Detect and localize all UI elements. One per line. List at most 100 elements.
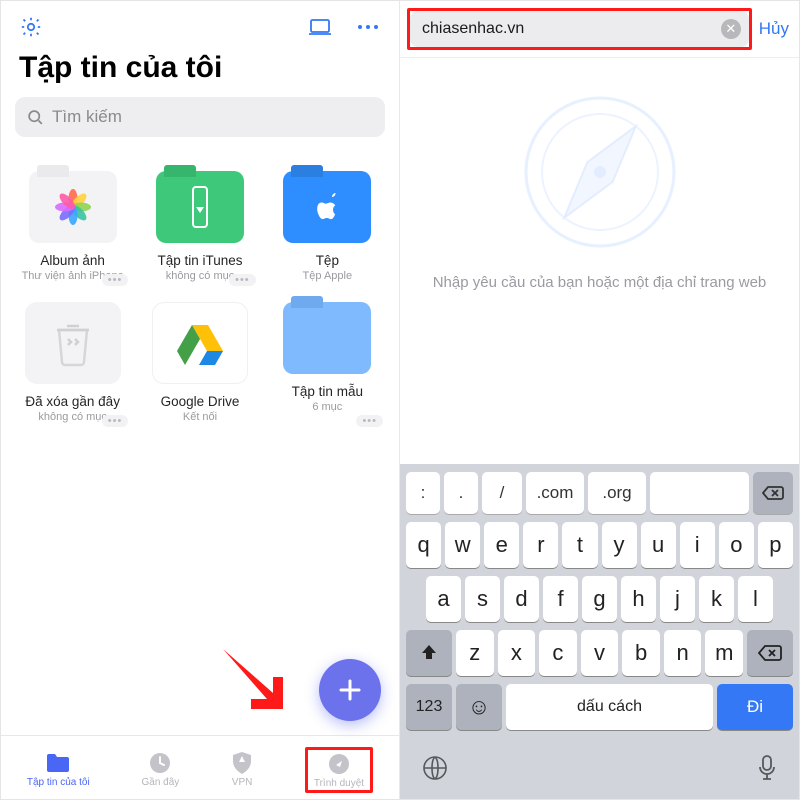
tile-label: Tập tin iTunes [157, 253, 242, 268]
key[interactable]: i [680, 522, 715, 568]
key[interactable]: k [699, 576, 734, 622]
laptop-icon[interactable] [307, 17, 333, 37]
apple-folder-icon [283, 171, 371, 243]
photos-folder-icon [29, 171, 117, 243]
tile-sub: không có mục [166, 270, 234, 284]
space-key[interactable]: dấu cách [506, 684, 713, 730]
browser-empty-state: Nhập yêu cầu của bạn hoặc một địa chỉ tr… [400, 58, 799, 464]
clock-icon [148, 751, 172, 775]
keyboard-row-1: q w e r t y u i o p [404, 522, 795, 568]
itunes-folder-icon [156, 171, 244, 243]
key[interactable]: x [498, 630, 536, 676]
globe-icon[interactable] [422, 755, 448, 786]
sug-key[interactable]: : [406, 472, 440, 514]
tab-recent[interactable]: Gần đây [141, 751, 179, 788]
emoji-key[interactable]: ☺ [456, 684, 502, 730]
tile-more-icon[interactable]: ••• [229, 274, 256, 286]
url-input[interactable] [410, 11, 749, 47]
key[interactable]: n [664, 630, 702, 676]
key[interactable]: e [484, 522, 519, 568]
files-pane: Tập tin của tôi Tìm kiếm Album ảnh Thư v… [1, 1, 400, 799]
left-topbar [1, 1, 399, 43]
tile-label: Tệp [316, 253, 339, 268]
backspace-key[interactable] [747, 630, 793, 676]
gear-icon[interactable] [19, 15, 43, 39]
tile-sub: Tệp Apple [303, 270, 353, 284]
numbers-key[interactable]: 123 [406, 684, 452, 730]
sug-backspace-icon[interactable] [753, 472, 793, 514]
key[interactable]: y [602, 522, 637, 568]
tile-more-icon[interactable]: ••• [356, 415, 383, 427]
tile-album[interactable]: Album ảnh Thư viện ảnh iPhone ••• [11, 167, 134, 288]
key[interactable]: q [406, 522, 441, 568]
cancel-button[interactable]: Hủy [759, 19, 789, 39]
key[interactable]: f [543, 576, 578, 622]
keyboard-row-4: 123 ☺ dấu cách Đi [404, 684, 795, 730]
tab-label: VPN [232, 777, 253, 788]
tile-files[interactable]: Tệp Tệp Apple [266, 167, 389, 288]
key[interactable]: h [621, 576, 656, 622]
key[interactable]: w [445, 522, 480, 568]
keyboard: : . / .com .org q w e r t y u i o p a s … [400, 464, 799, 744]
tile-itunes[interactable]: Tập tin iTunes không có mục ••• [138, 167, 261, 288]
compass-icon [327, 752, 351, 776]
tab-files[interactable]: Tập tin của tôi [27, 751, 90, 788]
keyboard-row-2: a s d f g h j k l [404, 576, 795, 622]
key[interactable]: l [738, 576, 773, 622]
keyboard-bottom-bar [400, 744, 799, 799]
key[interactable]: z [456, 630, 494, 676]
tab-vpn[interactable]: VPN [231, 751, 253, 788]
key[interactable]: p [758, 522, 793, 568]
shield-icon [231, 751, 253, 775]
page-title: Tập tin của tôi [1, 43, 399, 97]
sug-key[interactable]: . [444, 472, 478, 514]
clear-icon[interactable]: ✕ [721, 19, 741, 39]
search-input[interactable]: Tìm kiếm [15, 97, 385, 137]
tile-gdrive[interactable]: Google Drive Kết nối [138, 298, 261, 429]
tile-sample[interactable]: Tập tin mẫu 6 mục ••• [266, 298, 389, 429]
tab-browser[interactable]: Trình duyệt [305, 747, 373, 793]
key[interactable]: s [465, 576, 500, 622]
gdrive-icon [152, 302, 248, 384]
key[interactable]: d [504, 576, 539, 622]
go-key[interactable]: Đi [717, 684, 793, 730]
tile-sub: không có mục [38, 411, 106, 425]
shift-key[interactable] [406, 630, 452, 676]
key[interactable]: u [641, 522, 676, 568]
sug-spacer [650, 472, 749, 514]
sug-key[interactable]: / [482, 472, 522, 514]
key[interactable]: o [719, 522, 754, 568]
key[interactable]: t [562, 522, 597, 568]
tile-label: Đã xóa gần đây [25, 394, 120, 409]
highlight-arrow-icon [217, 643, 289, 715]
tile-sub: Kết nối [183, 411, 217, 425]
tile-label: Google Drive [161, 394, 240, 409]
sug-key[interactable]: .com [526, 472, 584, 514]
sug-key[interactable]: .org [588, 472, 646, 514]
more-icon[interactable] [355, 22, 381, 32]
compass-large-icon [520, 92, 680, 252]
key[interactable]: c [539, 630, 577, 676]
key[interactable]: j [660, 576, 695, 622]
tile-label: Album ảnh [40, 253, 105, 268]
add-button[interactable] [319, 659, 381, 721]
key[interactable]: a [426, 576, 461, 622]
trash-icon [25, 302, 121, 384]
key[interactable]: g [582, 576, 617, 622]
key[interactable]: v [581, 630, 619, 676]
mic-icon[interactable] [757, 754, 777, 787]
file-grid: Album ảnh Thư viện ảnh iPhone ••• Tập ti… [1, 151, 399, 445]
key[interactable]: r [523, 522, 558, 568]
key[interactable]: b [622, 630, 660, 676]
tile-more-icon[interactable]: ••• [102, 415, 129, 427]
browser-pane: ✕ Hủy Nhập yêu cầu của bạn hoặc một địa … [400, 1, 799, 799]
folder-icon [45, 751, 71, 775]
tile-more-icon[interactable]: ••• [102, 274, 129, 286]
tab-bar: Tập tin của tôi Gần đây VPN Trình duyệt [1, 735, 399, 799]
tab-label: Gần đây [141, 777, 179, 788]
key[interactable]: m [705, 630, 743, 676]
tab-label: Tập tin của tôi [27, 777, 90, 788]
keyboard-row-3: z x c v b n m [404, 630, 795, 676]
tile-trash[interactable]: Đã xóa gần đây không có mục ••• [11, 298, 134, 429]
keyboard-suggestion-row: : . / .com .org [404, 472, 795, 514]
